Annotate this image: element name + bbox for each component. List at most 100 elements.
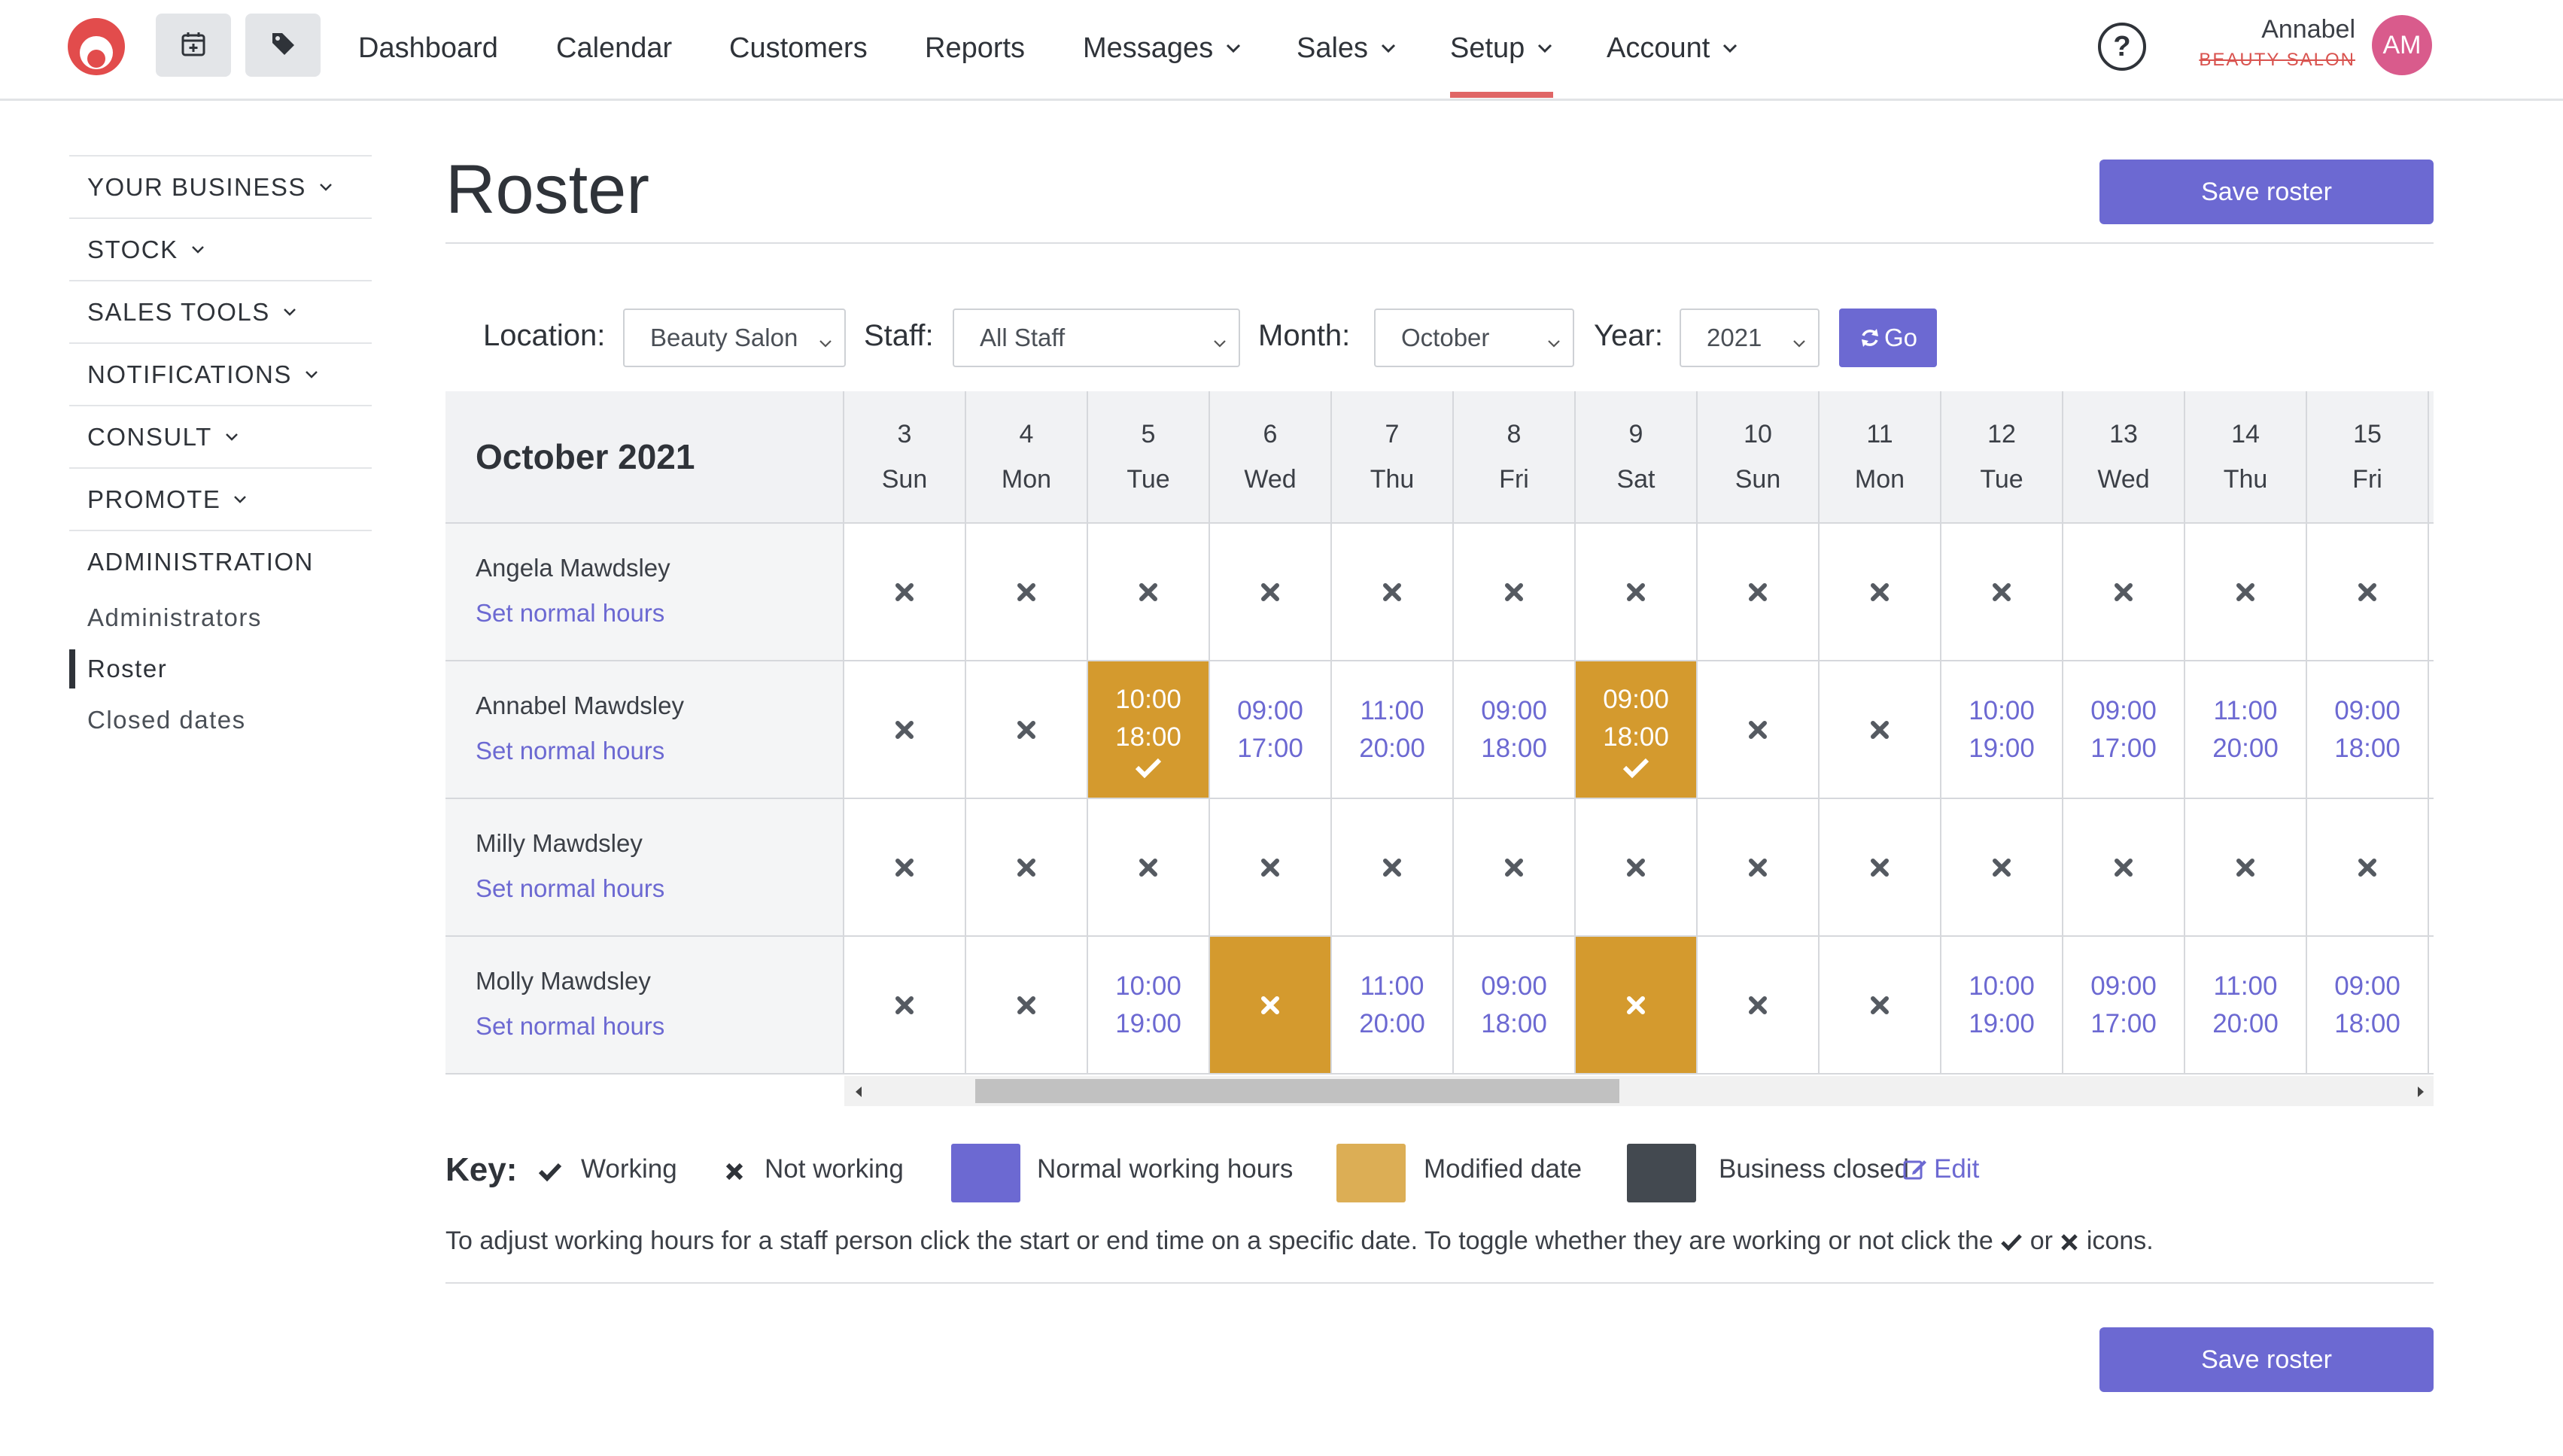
- start-time[interactable]: 11:00: [2214, 968, 2278, 1005]
- year-select[interactable]: 2021: [1680, 309, 1820, 367]
- end-time[interactable]: 17:00: [1237, 730, 1303, 768]
- end-time[interactable]: 19:00: [1969, 730, 2035, 768]
- start-time[interactable]: 09:00: [2090, 968, 2157, 1005]
- start-time[interactable]: 11:00: [2214, 692, 2278, 730]
- nav-sales[interactable]: Sales: [1297, 0, 1397, 96]
- x-icon[interactable]: [1869, 857, 1890, 878]
- start-time[interactable]: 09:00: [2090, 692, 2157, 730]
- x-icon[interactable]: [1625, 995, 1646, 1016]
- x-icon[interactable]: [1747, 719, 1768, 740]
- scroll-left-arrow-icon[interactable]: [853, 1085, 864, 1102]
- x-icon[interactable]: [1138, 582, 1159, 603]
- start-time[interactable]: 10:00: [1969, 692, 2035, 730]
- end-time[interactable]: 17:00: [2090, 1005, 2157, 1043]
- set-normal-hours-link[interactable]: Set normal hours: [476, 1012, 664, 1041]
- new-sale-button[interactable]: [245, 14, 321, 77]
- help-icon[interactable]: ?: [2098, 23, 2146, 71]
- start-time[interactable]: 09:00: [1481, 968, 1547, 1005]
- end-time[interactable]: 18:00: [1603, 719, 1669, 756]
- new-appointment-button[interactable]: [156, 14, 231, 77]
- x-icon[interactable]: [1625, 857, 1646, 878]
- check-icon[interactable]: [1622, 756, 1650, 779]
- x-icon[interactable]: [1260, 857, 1281, 878]
- start-time[interactable]: 10:00: [1115, 968, 1181, 1005]
- nav-reports[interactable]: Reports: [925, 0, 1025, 96]
- x-icon[interactable]: [1138, 857, 1159, 878]
- x-icon[interactable]: [894, 995, 915, 1016]
- x-icon[interactable]: [2113, 582, 2134, 603]
- staff-select[interactable]: All Staff: [953, 309, 1240, 367]
- x-icon[interactable]: [1991, 857, 2012, 878]
- sidebar-item-administrators[interactable]: Administrators: [69, 592, 372, 643]
- set-normal-hours-link[interactable]: Set normal hours: [476, 737, 664, 765]
- brand-logo-icon[interactable]: [66, 17, 126, 77]
- x-icon[interactable]: [894, 719, 915, 740]
- end-time[interactable]: 18:00: [1115, 719, 1181, 756]
- sidebar-item-roster[interactable]: Roster: [69, 643, 372, 695]
- avatar[interactable]: AM: [2372, 15, 2432, 75]
- x-icon[interactable]: [1503, 582, 1525, 603]
- x-icon[interactable]: [2357, 857, 2378, 878]
- x-icon[interactable]: [1625, 582, 1646, 603]
- set-normal-hours-link[interactable]: Set normal hours: [476, 874, 664, 903]
- start-time[interactable]: 11:00: [1361, 968, 1424, 1005]
- sidebar-section-notifications[interactable]: NOTIFICATIONS: [69, 342, 372, 405]
- start-time[interactable]: 09:00: [1603, 681, 1669, 719]
- sidebar-section-your-business[interactable]: YOUR BUSINESS: [69, 155, 372, 217]
- scrollbar-thumb[interactable]: [975, 1079, 1619, 1103]
- nav-messages[interactable]: Messages: [1083, 0, 1242, 96]
- go-button[interactable]: Go: [1839, 309, 1937, 367]
- horizontal-scrollbar[interactable]: [844, 1076, 2434, 1106]
- x-icon[interactable]: [2357, 582, 2378, 603]
- x-icon[interactable]: [1016, 857, 1037, 878]
- x-icon[interactable]: [1991, 582, 2012, 603]
- x-icon[interactable]: [894, 857, 915, 878]
- end-time[interactable]: 17:00: [2090, 730, 2157, 768]
- location-select[interactable]: Beauty Salon: [623, 309, 846, 367]
- sidebar-section-stock[interactable]: STOCK: [69, 217, 372, 280]
- end-time[interactable]: 18:00: [1481, 730, 1547, 768]
- nav-account[interactable]: Account: [1607, 0, 1738, 96]
- sidebar-section-sales-tools[interactable]: SALES TOOLS: [69, 280, 372, 342]
- end-time[interactable]: 20:00: [1359, 1005, 1425, 1043]
- check-icon[interactable]: [1134, 756, 1163, 779]
- x-icon[interactable]: [1016, 995, 1037, 1016]
- x-icon[interactable]: [1016, 582, 1037, 603]
- x-icon[interactable]: [1869, 995, 1890, 1016]
- x-icon[interactable]: [2113, 857, 2134, 878]
- end-time[interactable]: 18:00: [2334, 730, 2400, 768]
- scroll-right-arrow-icon[interactable]: [2416, 1085, 2426, 1102]
- sidebar-section-administration[interactable]: ADMINISTRATION: [69, 530, 372, 592]
- edit-closed-dates-link[interactable]: Edit: [1902, 1154, 1979, 1184]
- end-time[interactable]: 19:00: [1969, 1005, 2035, 1043]
- sidebar-section-promote[interactable]: PROMOTE: [69, 467, 372, 530]
- x-icon[interactable]: [1382, 582, 1403, 603]
- sidebar-section-consult[interactable]: CONSULT: [69, 405, 372, 467]
- x-icon[interactable]: [2235, 857, 2256, 878]
- x-icon[interactable]: [1260, 995, 1281, 1016]
- x-icon[interactable]: [1382, 857, 1403, 878]
- sidebar-item-closed-dates[interactable]: Closed dates: [69, 695, 372, 746]
- x-icon[interactable]: [1747, 582, 1768, 603]
- start-time[interactable]: 09:00: [1481, 692, 1547, 730]
- start-time[interactable]: 09:00: [2334, 692, 2400, 730]
- nav-customers[interactable]: Customers: [729, 0, 868, 96]
- x-icon[interactable]: [1503, 857, 1525, 878]
- x-icon[interactable]: [1869, 719, 1890, 740]
- set-normal-hours-link[interactable]: Set normal hours: [476, 599, 664, 628]
- x-icon[interactable]: [2235, 582, 2256, 603]
- month-select[interactable]: October: [1374, 309, 1574, 367]
- x-icon[interactable]: [1016, 719, 1037, 740]
- start-time[interactable]: 11:00: [1361, 692, 1424, 730]
- nav-setup[interactable]: Setup: [1450, 0, 1554, 98]
- end-time[interactable]: 20:00: [2212, 1005, 2279, 1043]
- end-time[interactable]: 18:00: [2334, 1005, 2400, 1043]
- end-time[interactable]: 19:00: [1115, 1005, 1181, 1043]
- start-time[interactable]: 10:00: [1115, 681, 1181, 719]
- x-icon[interactable]: [1869, 582, 1890, 603]
- x-icon[interactable]: [1747, 995, 1768, 1016]
- x-icon[interactable]: [1747, 857, 1768, 878]
- x-icon[interactable]: [1260, 582, 1281, 603]
- save-roster-button-bottom[interactable]: Save roster: [2099, 1327, 2434, 1392]
- x-icon[interactable]: [894, 582, 915, 603]
